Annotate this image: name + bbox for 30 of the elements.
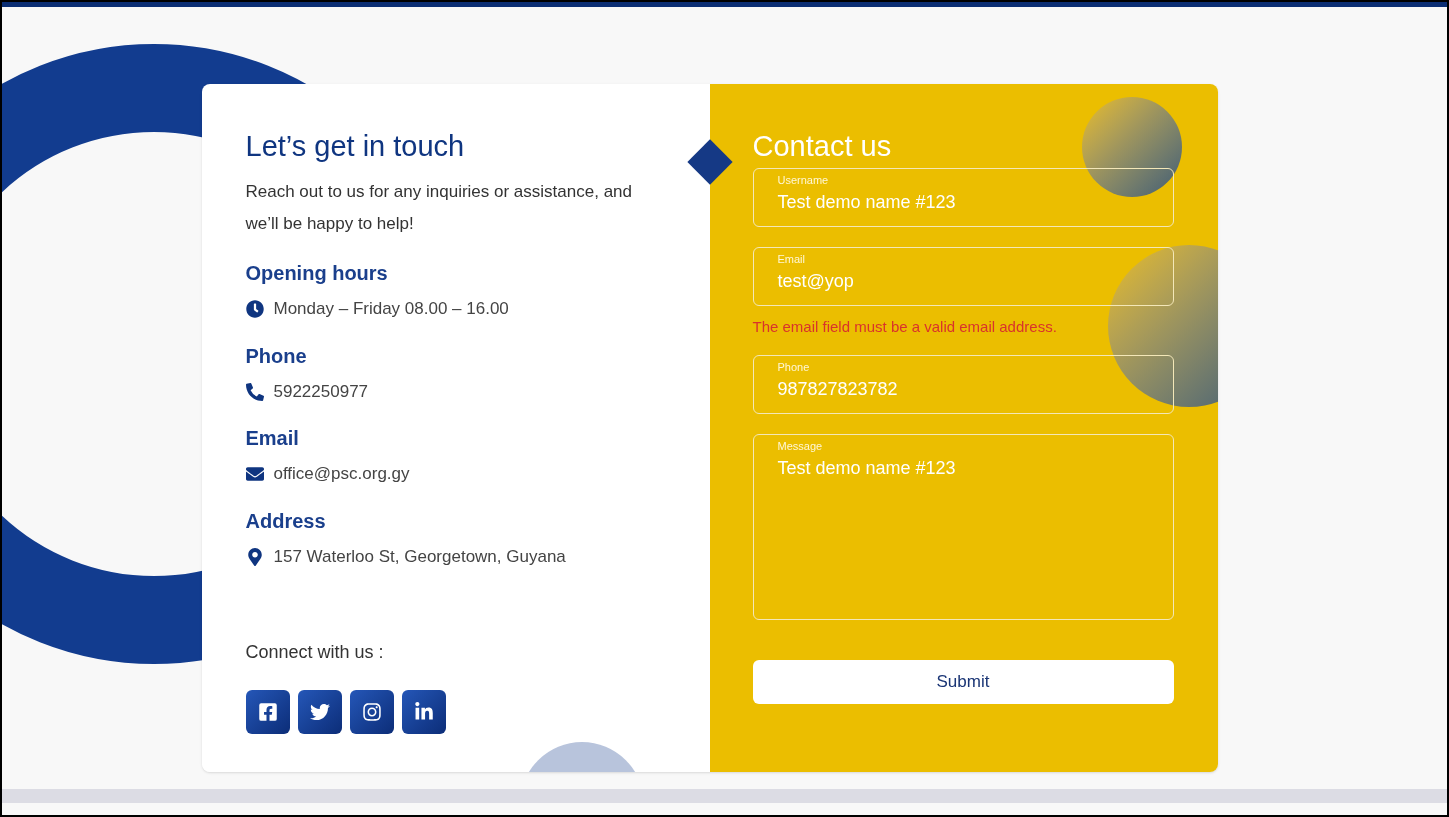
facebook-button[interactable]	[245, 690, 290, 735]
submit-button[interactable]: Submit	[752, 659, 1174, 704]
phone-icon	[245, 382, 264, 401]
intro-text: Reach out to us for any inquiries or assistance, and we’ll be happy to help!	[245, 181, 633, 236]
info-title: Let’s get in touch	[245, 129, 466, 164]
linkedin-button[interactable]	[401, 690, 446, 735]
section-heading: Address	[245, 508, 327, 534]
linkedin-icon	[413, 702, 434, 723]
form-title: Contact us	[752, 129, 893, 164]
section-heading: Opening hours	[245, 261, 389, 287]
envelope-icon	[245, 465, 264, 483]
instagram-button[interactable]	[349, 690, 394, 735]
section-text: Monday – Friday 08.00 – 16.00	[273, 298, 509, 321]
section-heading: Email	[245, 426, 300, 452]
connect-label: Connect with us :	[245, 641, 385, 665]
facebook-icon	[257, 702, 278, 723]
twitter-button[interactable]	[297, 690, 342, 735]
map-pin-icon	[245, 547, 264, 566]
section-heading: Phone	[245, 343, 308, 369]
instagram-icon	[361, 702, 382, 723]
input-field[interactable]: Phone 987827823782	[752, 354, 1174, 414]
section-text: 157 Waterloo St, Georgetown, Guyana	[273, 545, 566, 568]
clock-icon	[245, 300, 264, 318]
twitter-icon	[309, 702, 330, 723]
message-field[interactable]: Message Test demo name #123	[752, 433, 1174, 620]
section-text: office@psc.org.gy	[273, 463, 410, 486]
section-text: 5922250977	[273, 380, 369, 403]
input-field[interactable]: Email test@yop	[752, 247, 1174, 307]
input-field[interactable]: Username Test demo name #123	[752, 168, 1174, 228]
error-message: The email field must be a valid email address.	[752, 317, 1058, 338]
